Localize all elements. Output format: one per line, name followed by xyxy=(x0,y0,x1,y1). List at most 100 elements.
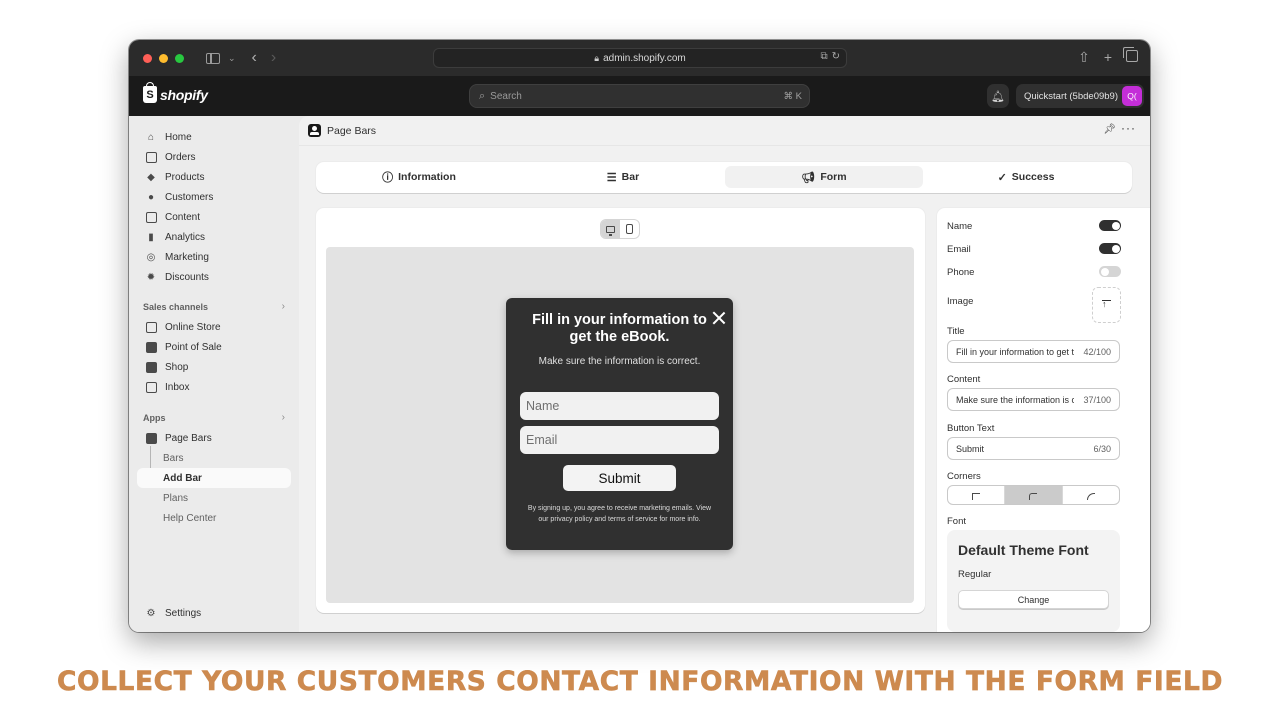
url-text: admin.shopify.com xyxy=(603,52,686,64)
share-icon[interactable]: ⇧ xyxy=(1078,49,1090,66)
email-field-toggle[interactable] xyxy=(1099,243,1121,254)
person-icon: ● xyxy=(147,191,155,203)
more-icon[interactable]: ··· xyxy=(1121,121,1136,135)
store-menu-button[interactable]: Quickstart (5bde09b9) Q( xyxy=(1016,84,1144,108)
title-label: Title xyxy=(947,326,965,337)
email-field[interactable]: Email xyxy=(520,426,719,454)
legal-text: By signing up, you agree to receive mark… xyxy=(527,505,712,523)
mobile-preview-button[interactable] xyxy=(620,220,639,238)
browser-window: ⌄ ‹ › 🔒︎ admin.shopify.com ⧉ ↻ ⇧ + S sho… xyxy=(129,40,1150,632)
content-char-count: 37/100 xyxy=(1083,395,1111,405)
apps-heading[interactable]: Apps xyxy=(143,413,166,423)
corner-slight-option[interactable] xyxy=(1005,486,1063,504)
notifications-button[interactable]: 🔔︎ xyxy=(987,84,1009,108)
submit-button[interactable]: Submit xyxy=(563,465,676,491)
page-title: Page Bars xyxy=(327,125,377,137)
button-text-label: Button Text xyxy=(947,423,995,434)
chevron-right-icon[interactable]: › xyxy=(282,412,285,423)
phone-field-label: Phone xyxy=(947,267,975,278)
sidebar-item-settings[interactable]: ⚙ Settings xyxy=(137,603,291,623)
store-icon xyxy=(145,321,157,333)
close-window-button[interactable] xyxy=(143,53,152,63)
sidebar-item-marketing[interactable]: ◎ Marketing xyxy=(137,247,291,267)
translate-icon[interactable]: ⧉ xyxy=(820,51,827,62)
new-tab-icon[interactable]: + xyxy=(1104,49,1112,66)
chevron-right-icon[interactable]: › xyxy=(282,301,285,312)
sidebar-item-customers[interactable]: ● Customers xyxy=(137,187,291,207)
font-name: Default Theme Font xyxy=(958,542,1089,558)
tabs-overview-icon[interactable] xyxy=(1123,47,1138,62)
change-font-button[interactable]: Change xyxy=(958,590,1109,609)
tab-information[interactable]: ⓘ Information xyxy=(320,166,518,188)
pin-icon[interactable]: 📌︎ xyxy=(1103,124,1116,135)
sidebar-item-analytics[interactable]: ▮ Analytics xyxy=(137,227,291,247)
image-upload-button[interactable] xyxy=(1092,287,1121,323)
reload-icon[interactable]: ↻ xyxy=(832,51,840,62)
sidebar-item-home[interactable]: ⌂ Home xyxy=(137,127,291,147)
sidebar-item-orders[interactable]: Orders xyxy=(137,147,291,167)
search-shortcut: ⌘ K xyxy=(783,91,802,102)
button-text-char-count: 6/30 xyxy=(1093,444,1111,454)
upload-icon xyxy=(1102,299,1111,310)
orders-icon xyxy=(145,151,157,163)
info-icon: ⓘ xyxy=(382,172,394,184)
sidebar-item-online-store[interactable]: Online Store xyxy=(137,317,291,337)
tab-bar-settings[interactable]: ☰ Bar xyxy=(524,166,722,188)
content-input[interactable]: Make sure the information is correct. 37… xyxy=(947,388,1120,411)
tab-success[interactable]: ✓ Success xyxy=(927,166,1125,188)
sales-channels-heading[interactable]: Sales channels xyxy=(143,302,208,312)
sidebar: ⌂ Home Orders ◆ Products ● Customers Con… xyxy=(129,116,299,632)
name-field[interactable]: Name xyxy=(520,392,719,420)
button-text-input[interactable]: Submit 6/30 xyxy=(947,437,1120,460)
corners-selector xyxy=(947,485,1120,505)
sidebar-subitem-help-center[interactable]: Help Center xyxy=(163,513,216,524)
sidebar-item-discounts[interactable]: ✹ Discounts xyxy=(137,267,291,287)
close-icon[interactable] xyxy=(711,310,727,326)
sidebar-toggle-icon[interactable] xyxy=(206,52,220,64)
sidebar-item-products[interactable]: ◆ Products xyxy=(137,167,291,187)
maximize-window-button[interactable] xyxy=(175,53,184,63)
form-settings-panel: Name Email Phone Image Title Fill in you… xyxy=(937,208,1150,632)
content-icon xyxy=(145,211,157,223)
list-icon: ☰ xyxy=(606,171,617,184)
desktop-icon xyxy=(606,225,615,236)
shopify-bag-icon: S xyxy=(143,82,157,103)
sidebar-item-shop[interactable]: Shop xyxy=(137,357,291,377)
address-bar[interactable]: 🔒︎ admin.shopify.com ⧉ ↻ xyxy=(433,48,847,68)
back-icon[interactable]: ‹ xyxy=(252,49,257,67)
bell-icon: 🔔︎ xyxy=(991,90,1005,103)
sidebar-subitem-bars[interactable]: Bars xyxy=(163,453,184,464)
title-input[interactable]: Fill in your information to get the eBoo… xyxy=(947,340,1120,363)
shopify-logo[interactable]: S shopify xyxy=(143,82,208,103)
phone-field-toggle[interactable] xyxy=(1099,266,1121,277)
page-header: Page Bars 📌︎ ··· xyxy=(299,116,1150,146)
forward-icon[interactable]: › xyxy=(271,49,276,67)
corners-label: Corners xyxy=(947,471,981,482)
search-icon: ⌕ xyxy=(479,89,486,102)
corner-square-option[interactable] xyxy=(948,486,1006,504)
corner-rounded-option[interactable] xyxy=(1063,486,1119,504)
mobile-icon xyxy=(626,224,633,234)
sidebar-item-inbox[interactable]: Inbox xyxy=(137,377,291,397)
home-icon: ⌂ xyxy=(147,131,155,143)
sidebar-item-page-bars[interactable]: Page Bars xyxy=(137,428,291,448)
check-circle-icon: ✓ xyxy=(997,171,1007,184)
sidebar-subitem-add-bar[interactable]: Add Bar xyxy=(163,473,202,484)
gear-icon: ⚙ xyxy=(146,607,156,619)
title-char-count: 42/100 xyxy=(1083,347,1111,357)
name-field-label: Name xyxy=(947,221,973,232)
chevron-down-icon[interactable]: ⌄ xyxy=(228,53,236,64)
search-input[interactable]: ⌕ Search ⌘ K xyxy=(469,84,810,108)
minimize-window-button[interactable] xyxy=(159,53,168,63)
popup-subtitle: Make sure the information is correct. xyxy=(538,356,701,367)
inbox-icon xyxy=(145,381,157,393)
preview-card: Fill in your information to get the eBoo… xyxy=(316,208,925,613)
sidebar-item-point-of-sale[interactable]: Point of Sale xyxy=(137,337,291,357)
tab-bar: ⓘ Information ☰ Bar 📢︎ Form ✓ Success xyxy=(316,162,1132,193)
tab-form[interactable]: 📢︎ Form xyxy=(725,166,923,188)
sidebar-item-content[interactable]: Content xyxy=(137,207,291,227)
desktop-preview-button[interactable] xyxy=(601,220,620,238)
name-field-toggle[interactable] xyxy=(1099,220,1121,231)
admin-topbar: S shopify ⌕ Search ⌘ K 🔔︎ Quickstart (5b… xyxy=(129,76,1150,116)
sidebar-subitem-plans[interactable]: Plans xyxy=(163,493,188,504)
